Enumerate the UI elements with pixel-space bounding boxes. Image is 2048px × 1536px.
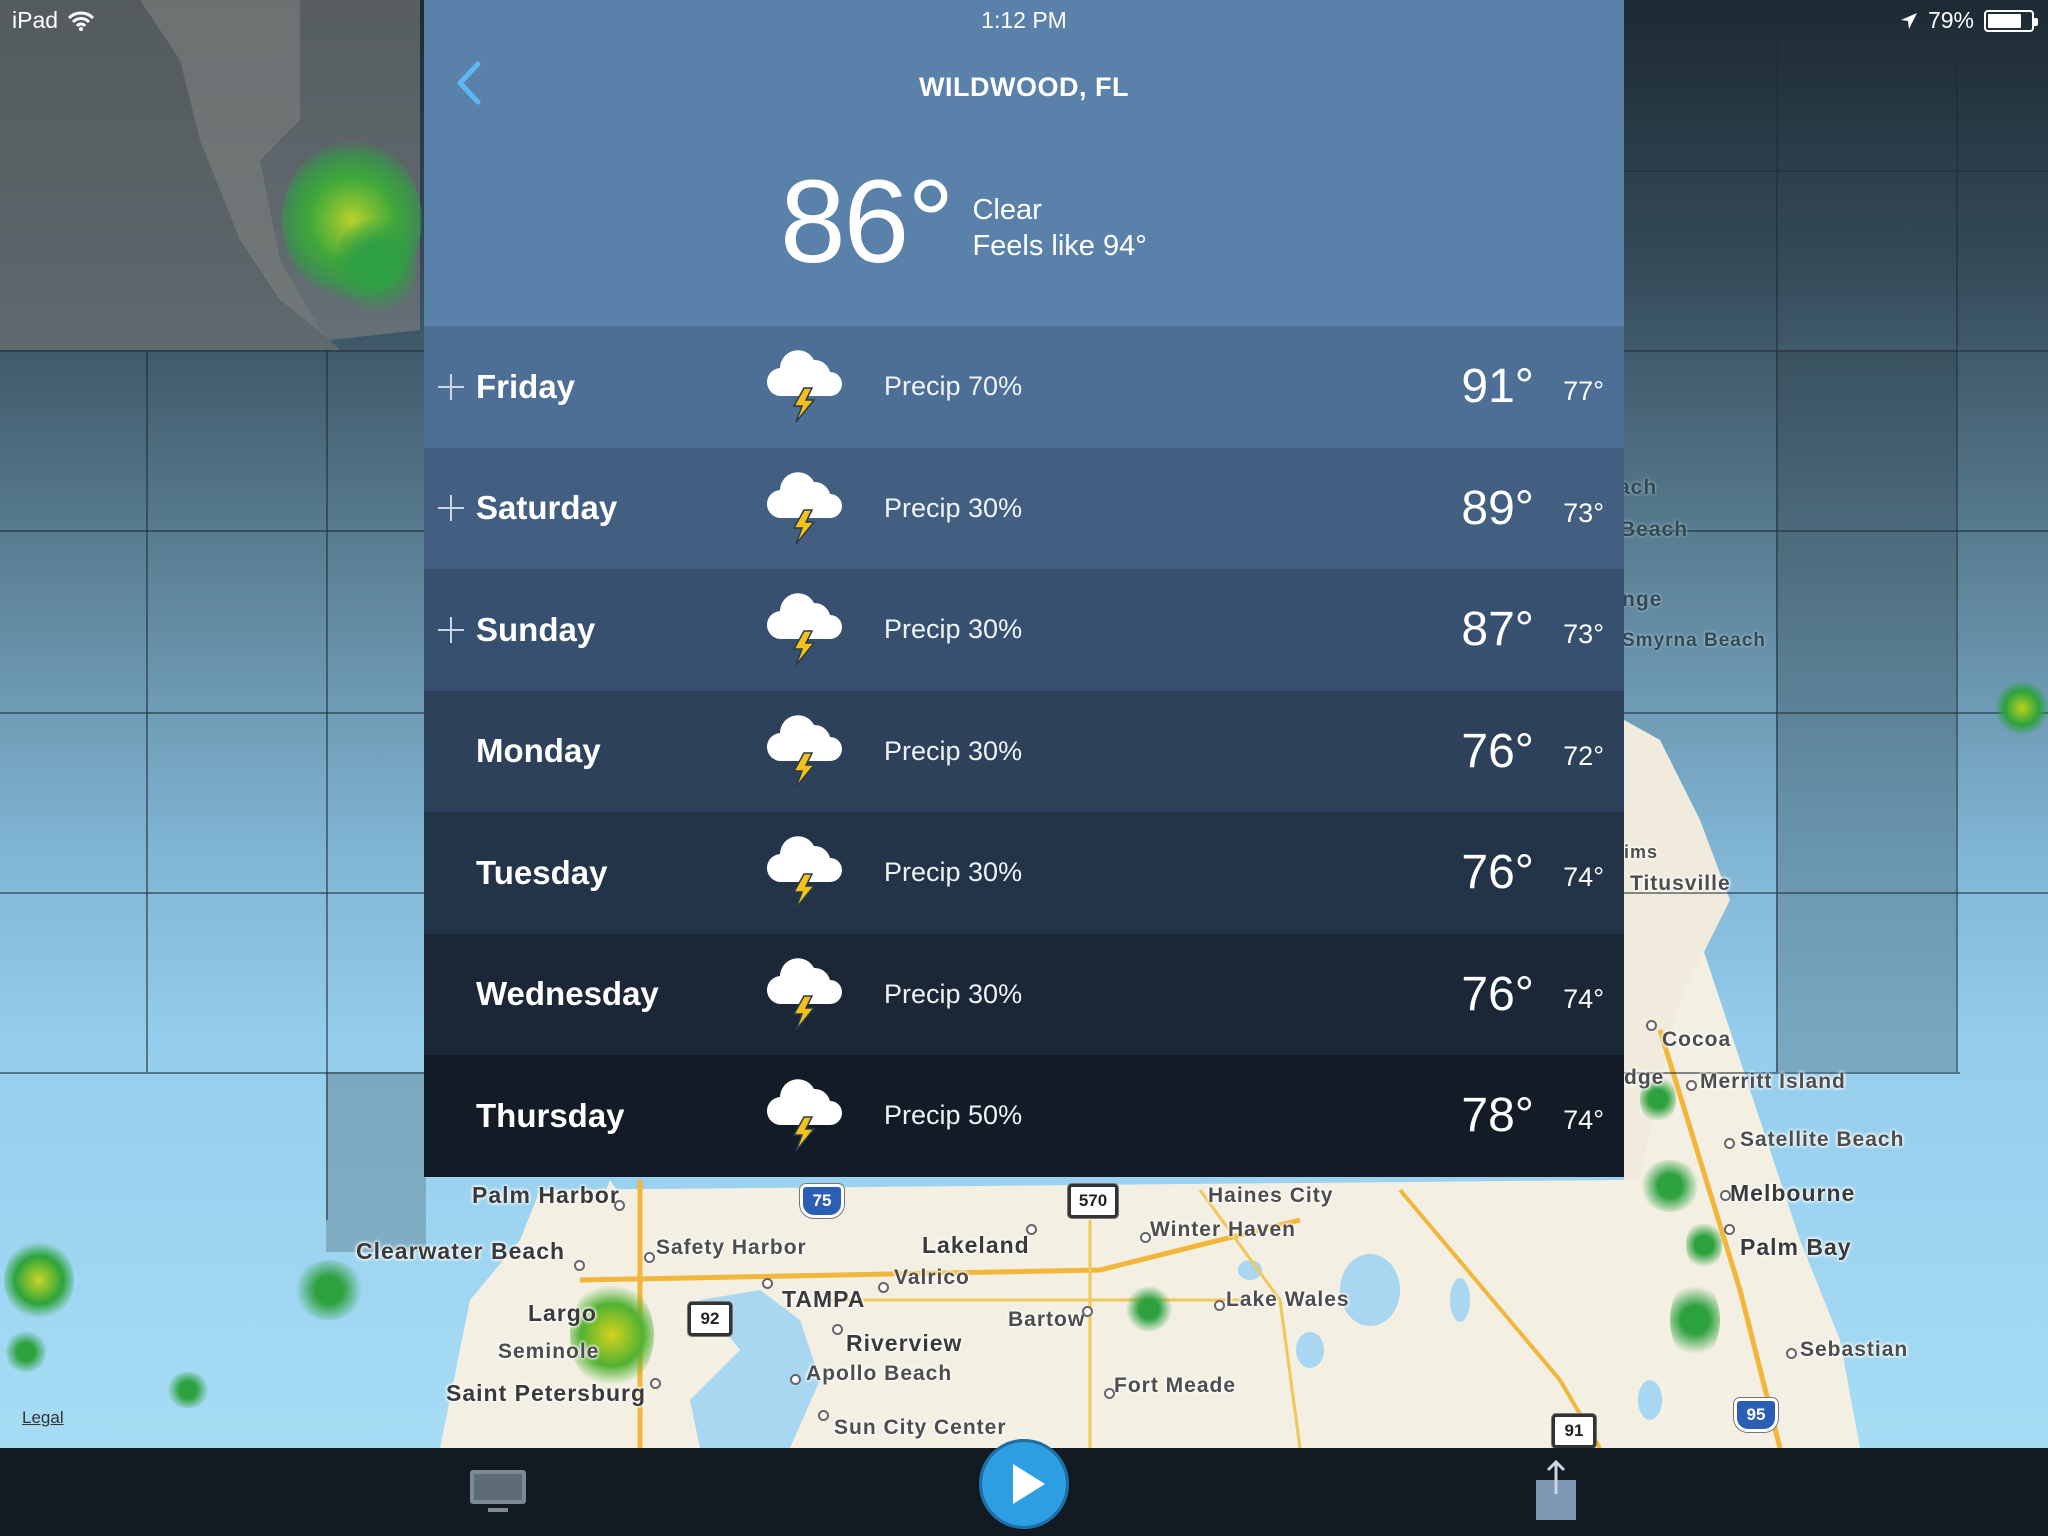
- airplay-button[interactable]: [468, 1468, 528, 1516]
- map-label: Melbourne: [1730, 1180, 1856, 1206]
- map-label: Safety Harbor: [656, 1236, 807, 1259]
- thunderstorm-icon: [766, 471, 842, 544]
- current-temperature: 86°: [780, 156, 954, 288]
- thunderstorm-icon: [766, 957, 842, 1030]
- monitor-icon: [470, 1470, 526, 1512]
- map-label: Cocoa: [1662, 1028, 1732, 1051]
- low-temperature: 74°: [1563, 862, 1604, 892]
- us-92-shield: 92: [688, 1302, 732, 1336]
- location-arrow-icon: [1900, 12, 1917, 29]
- high-temperature: 78°: [1461, 1089, 1534, 1143]
- forecast-day: Sunday: [476, 610, 596, 648]
- legal-link[interactable]: Legal: [22, 1408, 64, 1428]
- low-temperature: 72°: [1563, 740, 1604, 771]
- forecast-row[interactable]: Sunday Precip 30% 87° 73°: [424, 569, 1624, 691]
- expand-plus-icon[interactable]: [438, 616, 464, 643]
- forecast-list: Friday Precip 70% 91° 77° Saturday Preci…: [424, 326, 1624, 1177]
- map-label: Smyrna Beach: [1622, 630, 1767, 651]
- feels-like: Feels like 94°: [972, 230, 1147, 262]
- battery-icon: [1984, 9, 2038, 32]
- forecast-row[interactable]: Tuesday Precip 30% 76° 74°: [424, 812, 1624, 934]
- battery-percent: 79%: [1927, 7, 1974, 33]
- precip-chance: Precip 30%: [884, 735, 1023, 766]
- low-temperature: 74°: [1563, 1105, 1604, 1135]
- thunderstorm-icon: [766, 836, 842, 909]
- high-temperature: 76°: [1461, 967, 1534, 1021]
- precip-chance: Precip 30%: [884, 492, 1023, 523]
- status-time: 1:12 PM: [981, 7, 1067, 33]
- precip-chance: Precip 30%: [884, 978, 1023, 1009]
- precip-chance: Precip 30%: [884, 857, 1023, 888]
- map-label: Merritt Island: [1700, 1070, 1846, 1093]
- map-label: Riverview: [846, 1330, 963, 1356]
- thunderstorm-icon: [766, 350, 842, 423]
- forecast-row[interactable]: Wednesday Precip 30% 76° 74°: [424, 933, 1624, 1055]
- low-temperature: 73°: [1563, 497, 1604, 528]
- precip-chance: Precip 50%: [884, 1100, 1023, 1131]
- map-label: Satellite Beach: [1740, 1128, 1905, 1151]
- thunderstorm-icon: [766, 1079, 842, 1152]
- forecast-day: Thursday: [476, 1096, 625, 1134]
- interstate-75-shield: 75: [800, 1184, 844, 1218]
- precip-chance: Precip 30%: [884, 614, 1023, 645]
- forecast-day: Saturday: [476, 489, 618, 527]
- map-label: Lakeland: [922, 1232, 1030, 1258]
- map-label: dge: [1624, 1066, 1665, 1089]
- expand-plus-icon[interactable]: [438, 373, 464, 400]
- current-condition: Clear: [972, 194, 1042, 226]
- forecast-day: Friday: [476, 367, 576, 405]
- route-570-shield: 570: [1068, 1184, 1118, 1218]
- forecast-day: Wednesday: [476, 975, 659, 1013]
- map-label: Beach: [1620, 518, 1689, 541]
- route-91-shield: 91: [1552, 1414, 1596, 1448]
- share-button[interactable]: [1534, 1459, 1578, 1522]
- thunderstorm-icon: [766, 714, 842, 787]
- map-label: Valrico: [894, 1266, 970, 1289]
- map-label: Palm Bay: [1740, 1234, 1852, 1260]
- map-label: Winter Haven: [1150, 1218, 1297, 1241]
- map-label: Haines City: [1208, 1184, 1334, 1207]
- status-bar: iPad 1:12 PM 79%: [0, 0, 2048, 40]
- high-temperature: 89°: [1461, 481, 1534, 535]
- forecast-row[interactable]: Saturday Precip 30% 89° 73°: [424, 447, 1624, 569]
- high-temperature: 91°: [1461, 360, 1534, 414]
- map-label: Largo: [528, 1300, 597, 1326]
- map-label: Titusville: [1630, 872, 1731, 895]
- high-temperature: 87°: [1461, 603, 1534, 657]
- play-icon: [1013, 1464, 1045, 1504]
- play-button[interactable]: [979, 1439, 1069, 1529]
- current-conditions: WILDWOOD, FL 86° Clear Feels like 94°: [424, 0, 1624, 326]
- high-temperature: 76°: [1461, 846, 1534, 900]
- map-label: Seminole: [498, 1340, 600, 1363]
- map-label: TAMPA: [782, 1286, 866, 1312]
- map-label: ims: [1624, 842, 1659, 862]
- forecast-day: Tuesday: [476, 853, 608, 891]
- city-name: WILDWOOD, FL: [919, 72, 1129, 102]
- map-label: Palm Harbor: [472, 1182, 620, 1208]
- forecast-row[interactable]: Monday Precip 30% 76° 72°: [424, 690, 1624, 812]
- map-label: nge: [1622, 588, 1663, 611]
- high-temperature: 76°: [1461, 724, 1534, 778]
- precip-chance: Precip 70%: [884, 371, 1023, 402]
- thunderstorm-icon: [766, 593, 842, 666]
- forecast-row[interactable]: Friday Precip 70% 91° 77°: [424, 326, 1624, 448]
- map-label: Sun City Center: [834, 1416, 1007, 1439]
- forecast-panel: WILDWOOD, FL 86° Clear Feels like 94° Fr…: [424, 0, 1624, 1180]
- low-temperature: 77°: [1563, 376, 1604, 406]
- map-label: Lake Wales: [1226, 1288, 1350, 1311]
- forecast-row[interactable]: Thursday Precip 50% 78° 74°: [424, 1055, 1624, 1177]
- map-label: Apollo Beach: [806, 1362, 953, 1385]
- map-label: Bartow: [1008, 1308, 1086, 1331]
- low-temperature: 73°: [1563, 619, 1604, 649]
- expand-plus-icon[interactable]: [438, 495, 464, 522]
- low-temperature: 74°: [1563, 983, 1604, 1014]
- map-label: Clearwater Beach: [356, 1238, 566, 1264]
- map-label: Fort Meade: [1114, 1374, 1237, 1397]
- share-icon: [1536, 1459, 1576, 1520]
- map-label: Saint Petersburg: [446, 1380, 647, 1406]
- map-label: Sebastian: [1800, 1338, 1909, 1361]
- interstate-95-shield: 95: [1734, 1398, 1778, 1432]
- forecast-day: Monday: [476, 732, 601, 770]
